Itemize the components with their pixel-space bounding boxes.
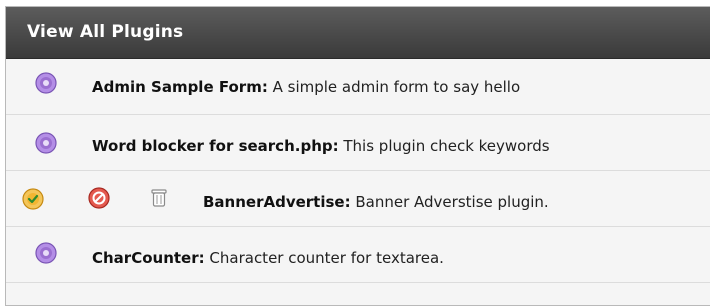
panel-title: View All Plugins	[27, 22, 184, 42]
plugin-description: A simple admin form to say hello	[272, 78, 521, 96]
delete-icon[interactable]	[148, 187, 170, 209]
plugins-panel: View All Plugins Admin Sample Form: A si…	[5, 6, 710, 306]
inactive-plugin-icon[interactable]	[35, 72, 57, 94]
plugin-name[interactable]: BannerAdvertise:	[203, 193, 351, 211]
panel-header: View All Plugins	[6, 7, 710, 59]
active-plugin-icon[interactable]	[22, 188, 44, 210]
plugin-entry: Admin Sample Form: A simple admin form t…	[92, 78, 520, 96]
plugin-description: Character counter for textarea.	[209, 249, 444, 267]
plugin-entry: Word blocker for search.php: This plugin…	[92, 137, 550, 155]
plugin-row: BannerAdvertise: Banner Adverstise plugi…	[6, 171, 710, 227]
plugin-entry: CharCounter: Character counter for texta…	[92, 249, 444, 267]
deactivate-icon[interactable]	[88, 187, 110, 209]
plugin-row: Admin Sample Form: A simple admin form t…	[6, 59, 710, 115]
inactive-plugin-icon[interactable]	[35, 132, 57, 154]
plugin-name[interactable]: Word blocker for search.php:	[92, 137, 339, 155]
plugin-row: CharCounter: Character counter for texta…	[6, 227, 710, 283]
plugin-description: This plugin check keywords	[343, 137, 550, 155]
plugin-row: Word blocker for search.php: This plugin…	[6, 115, 710, 171]
plugin-description: Banner Adverstise plugin.	[355, 193, 549, 211]
plugin-name[interactable]: CharCounter:	[92, 249, 205, 267]
inactive-plugin-icon[interactable]	[35, 242, 57, 264]
plugin-name[interactable]: Admin Sample Form:	[92, 78, 268, 96]
plugin-entry: BannerAdvertise: Banner Adverstise plugi…	[203, 193, 549, 211]
